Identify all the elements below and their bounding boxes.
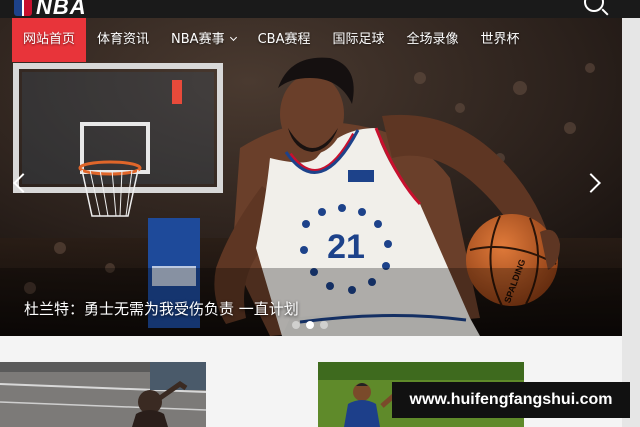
nav-item-cba[interactable]: CBA赛程 [247,18,322,62]
card-image [0,362,206,427]
nav-item-replays[interactable]: 全场录像 [395,18,469,62]
carousel-dot[interactable] [292,321,300,329]
slide-caption[interactable]: 杜兰特：勇士无需为我受伤负责 一直计划 [24,298,299,319]
hero-image: 21 SPALDING [0,18,622,336]
jersey-number: 21 [327,228,365,266]
nav-label: 国际足球 [332,32,385,47]
page-scrollbar[interactable] [622,18,640,427]
top-bar: NBA [0,0,640,18]
nav-item-sports-news[interactable]: 体育资讯 [86,18,160,62]
logo-text: NBA [36,0,87,18]
nav-item-world-cup[interactable]: 世界杯 [470,18,531,62]
chevron-down-icon [229,33,237,42]
news-card-thumbnail[interactable] [0,362,206,427]
carousel-dots [292,321,328,329]
nav-label: NBA赛事 [171,32,225,47]
nav-item-nba[interactable]: NBA赛事 [160,18,247,62]
nav-label: 体育资讯 [97,32,150,47]
nav-item-football[interactable]: 国际足球 [321,18,395,62]
carousel-dot-active[interactable] [306,321,314,329]
hero-carousel[interactable]: 21 SPALDING 杜兰特：勇士无需为我受伤负责 一直计划 [0,18,622,336]
carousel-dot[interactable] [320,321,328,329]
main-nav: 网站首页 体育资讯 NBA赛事 CBA赛程 国际足球 全场录像 世界杯 [0,18,640,62]
watermark: www.huifengfangshui.com [392,382,630,418]
nba-logo-icon [14,0,32,16]
search-icon[interactable] [584,0,604,12]
nav-label: CBA赛程 [257,32,311,47]
site-logo[interactable]: NBA [14,0,87,18]
nav-label: 全场录像 [406,32,459,47]
nav-label: 网站首页 [23,32,76,47]
nav-label: 世界杯 [480,32,520,47]
nav-item-home[interactable]: 网站首页 [12,18,87,62]
